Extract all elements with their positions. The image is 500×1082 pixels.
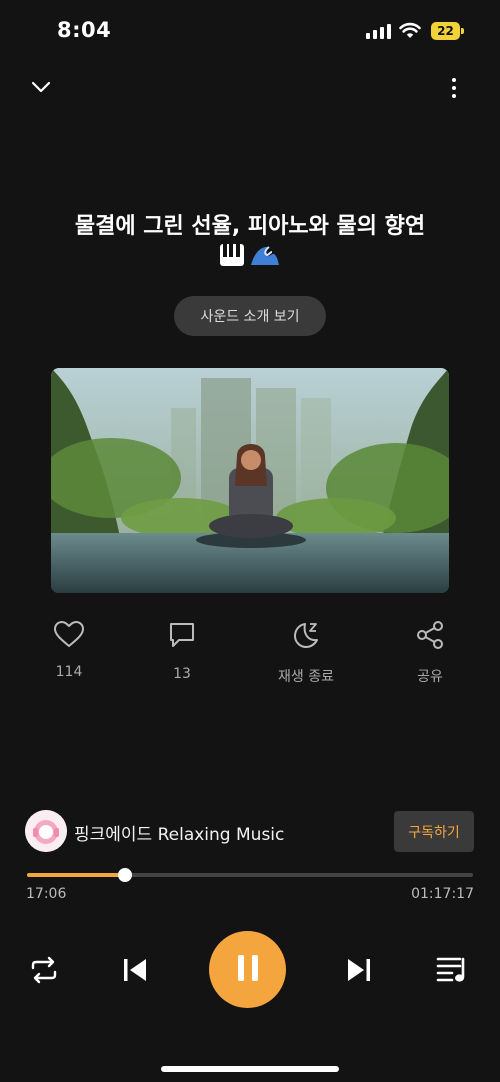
comment-count: 13	[173, 666, 191, 682]
sound-intro-button[interactable]: 사운드 소개 보기	[174, 296, 326, 336]
progress-fill	[27, 873, 125, 877]
progress-handle[interactable]	[118, 868, 132, 882]
heart-icon[interactable]	[53, 620, 85, 652]
channel-avatar[interactable]	[25, 810, 67, 852]
share-icon[interactable]	[415, 620, 445, 654]
like-action[interactable]: 114	[24, 620, 114, 680]
comment-icon[interactable]	[167, 620, 197, 654]
next-icon[interactable]	[345, 956, 373, 988]
battery-indicator: 22	[431, 22, 460, 40]
track-title: 물결에 그린 선율, 피아노와 물의 향연	[74, 214, 426, 239]
share-action[interactable]: 공유	[385, 620, 475, 686]
channel-name[interactable]: 핑크에이드 Relaxing Music	[74, 820, 284, 845]
home-indicator	[161, 1066, 339, 1072]
pause-icon[interactable]	[235, 953, 261, 987]
comment-action[interactable]: 13	[137, 620, 227, 682]
share-label: 공유	[417, 669, 443, 685]
more-vertical-icon[interactable]	[452, 78, 456, 98]
total-time: 01:17:17	[411, 886, 474, 902]
wifi-icon	[399, 22, 421, 43]
current-time: 17:06	[26, 886, 67, 902]
like-count: 114	[55, 664, 83, 680]
piano-emoji	[220, 244, 244, 266]
title-emojis	[0, 244, 500, 266]
battery-cap	[461, 28, 464, 34]
album-artwork	[51, 368, 449, 593]
repeat-icon[interactable]	[29, 955, 59, 989]
moon-sleep-icon[interactable]	[290, 620, 322, 654]
sleep-timer-label: 재생 종료	[278, 669, 334, 685]
previous-icon[interactable]	[121, 956, 149, 988]
pause-button[interactable]	[209, 931, 286, 1008]
cellular-signal-icon	[366, 24, 391, 39]
status-time: 8:04	[57, 18, 112, 42]
battery-level: 22	[437, 24, 454, 38]
playlist-icon[interactable]	[436, 955, 470, 989]
chevron-down-icon[interactable]	[30, 78, 52, 100]
sleep-timer-action[interactable]: 재생 종료	[261, 620, 351, 686]
water-wave-emoji	[250, 244, 280, 266]
subscribe-button[interactable]: 구독하기	[394, 811, 474, 852]
